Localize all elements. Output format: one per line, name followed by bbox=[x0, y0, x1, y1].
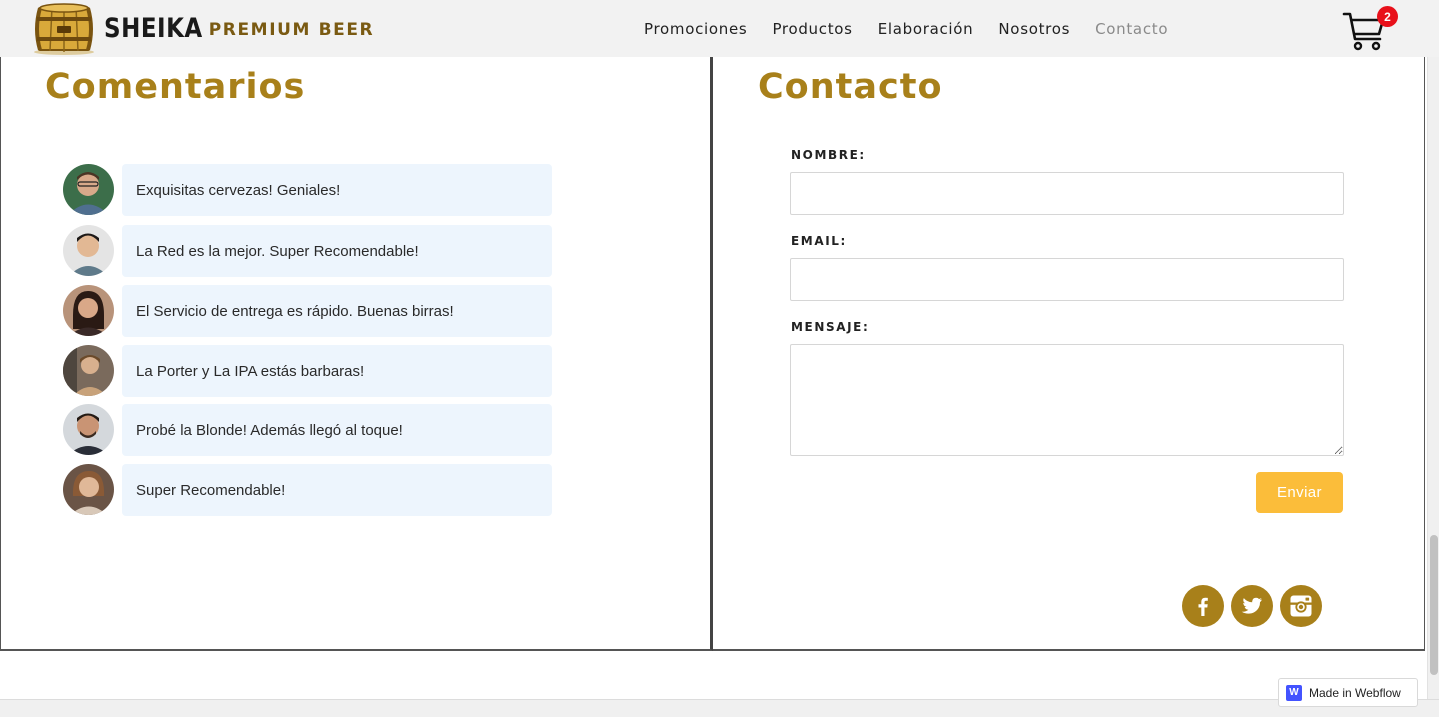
email-input[interactable] bbox=[790, 258, 1344, 301]
avatar bbox=[63, 464, 114, 515]
instagram-icon bbox=[1290, 595, 1312, 617]
avatar bbox=[63, 225, 114, 276]
email-label: EMAIL: bbox=[791, 234, 847, 248]
navbar: SHEIKA PREMIUM BEER Promociones Producto… bbox=[0, 0, 1439, 57]
brand-tagline: PREMIUM BEER bbox=[208, 19, 375, 40]
main-nav: Promociones Productos Elaboración Nosotr… bbox=[644, 0, 1193, 57]
nav-item-productos[interactable]: Productos bbox=[772, 20, 852, 38]
contact-panel: Contacto NOMBRE: EMAIL: MENSAJE: Enviar bbox=[713, 57, 1425, 651]
message-textarea[interactable] bbox=[790, 344, 1344, 456]
comment-bubble: Exquisitas cervezas! Geniales! bbox=[122, 164, 552, 216]
comment-item: El Servicio de entrega es rápido. Buenas… bbox=[63, 285, 553, 337]
brand-name: SHEIKA bbox=[104, 13, 203, 44]
nav-item-elaboracion[interactable]: Elaboración bbox=[878, 20, 974, 38]
nav-item-contacto[interactable]: Contacto bbox=[1095, 20, 1168, 38]
contact-title: Contacto bbox=[758, 67, 943, 107]
made-in-webflow-badge[interactable]: W Made in Webflow bbox=[1278, 678, 1418, 707]
webflow-badge-label: Made in Webflow bbox=[1309, 685, 1401, 700]
cart-count-badge: 2 bbox=[1377, 6, 1398, 27]
comments-panel: Comentarios Exquisitas cervezas! Geniale… bbox=[0, 57, 713, 651]
facebook-link[interactable] bbox=[1182, 585, 1224, 627]
bottom-bar bbox=[0, 699, 1439, 717]
twitter-link[interactable] bbox=[1231, 585, 1273, 627]
name-label: NOMBRE: bbox=[791, 148, 866, 162]
name-input[interactable] bbox=[790, 172, 1344, 215]
vertical-scrollbar[interactable] bbox=[1427, 57, 1439, 700]
instagram-link[interactable] bbox=[1280, 585, 1322, 627]
facebook-icon bbox=[1198, 597, 1208, 616]
submit-button[interactable]: Enviar bbox=[1256, 472, 1343, 513]
brand-logo[interactable]: SHEIKA PREMIUM BEER bbox=[30, 0, 374, 57]
comment-item: La Porter y La IPA estás barbaras! bbox=[63, 345, 553, 397]
comment-item: Exquisitas cervezas! Geniales! bbox=[63, 164, 553, 216]
comment-bubble: Probé la Blonde! Además llegó al toque! bbox=[122, 404, 552, 456]
twitter-icon bbox=[1241, 597, 1262, 614]
avatar bbox=[63, 345, 114, 396]
webflow-icon: W bbox=[1286, 684, 1302, 701]
nav-item-promociones[interactable]: Promociones bbox=[644, 20, 747, 38]
comment-item: Probé la Blonde! Además llegó al toque! bbox=[63, 404, 553, 456]
comment-bubble: El Servicio de entrega es rápido. Buenas… bbox=[122, 285, 552, 337]
message-label: MENSAJE: bbox=[791, 320, 870, 334]
avatar bbox=[63, 164, 114, 215]
barrel-icon bbox=[34, 2, 94, 55]
comment-item: La Red es la mejor. Super Recomendable! bbox=[63, 225, 553, 277]
comment-item: Super Recomendable! bbox=[63, 464, 553, 516]
avatar bbox=[63, 404, 114, 455]
scrollbar-thumb[interactable] bbox=[1430, 535, 1438, 675]
comment-bubble: La Porter y La IPA estás barbaras! bbox=[122, 345, 552, 397]
comment-bubble: La Red es la mejor. Super Recomendable! bbox=[122, 225, 552, 277]
comments-title: Comentarios bbox=[45, 67, 306, 107]
comment-bubble: Super Recomendable! bbox=[122, 464, 552, 516]
avatar bbox=[63, 285, 114, 336]
nav-item-nosotros[interactable]: Nosotros bbox=[998, 20, 1070, 38]
